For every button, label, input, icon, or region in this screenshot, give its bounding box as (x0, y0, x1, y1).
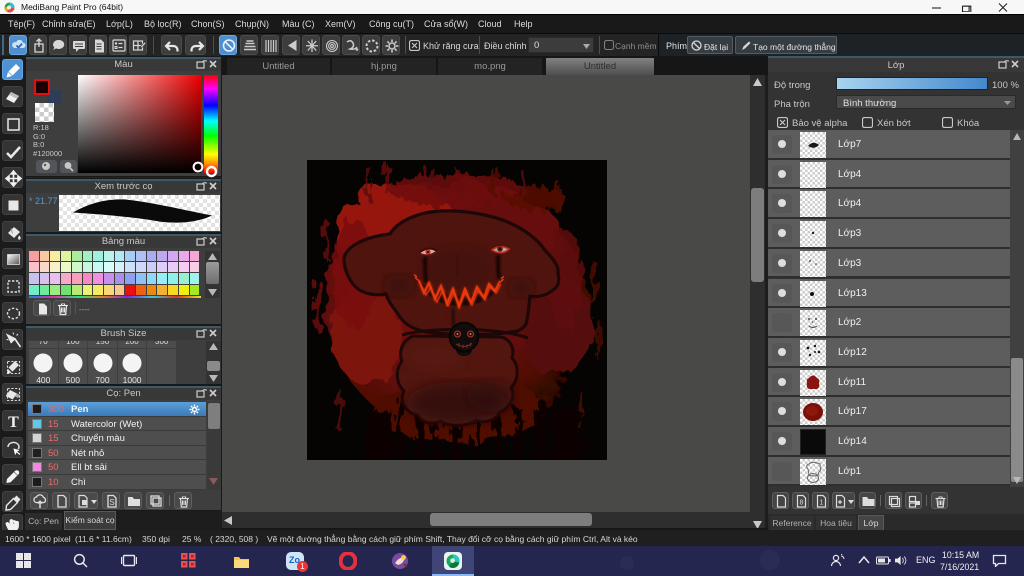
svg-text:S: S (109, 498, 114, 507)
svg-text:1: 1 (820, 500, 824, 507)
svg-text:8: 8 (800, 500, 804, 507)
svg-text:T: T (8, 414, 19, 431)
